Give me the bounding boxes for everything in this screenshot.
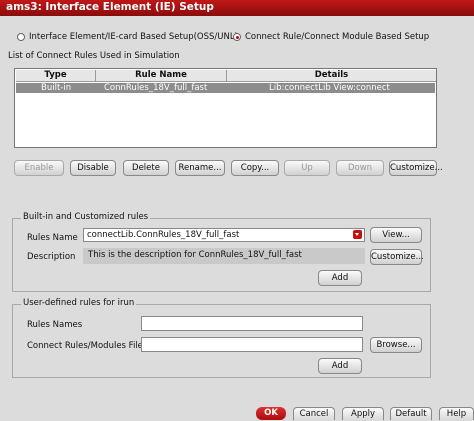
- connect-rules-table[interactable]: Type Rule Name Details Built-in ConnRule…: [14, 68, 437, 148]
- radio-connect-rule-setup-label[interactable]: Connect Rule/Connect Module Based Setup: [245, 32, 429, 42]
- builtin-rules-section-title: Built-in and Customized rules: [21, 212, 151, 222]
- description-label: Description: [27, 252, 76, 262]
- radio-ie-card-setup-label[interactable]: Interface Element/IE-card Based Setup(OS…: [29, 32, 238, 42]
- chevron-down-icon[interactable]: [353, 230, 362, 239]
- row-details: Lib:connectLib View:connect: [269, 83, 390, 93]
- add-user-rules-button[interactable]: Add: [318, 358, 362, 374]
- radio-connect-rule-setup[interactable]: [233, 33, 241, 41]
- help-button[interactable]: Help: [439, 407, 474, 420]
- rules-names-label: Rules Names: [27, 320, 83, 330]
- rename-button[interactable]: Rename...: [175, 160, 225, 176]
- copy-button[interactable]: Copy...: [231, 160, 279, 176]
- view-button[interactable]: View...: [370, 227, 422, 243]
- cancel-button[interactable]: Cancel: [293, 407, 335, 420]
- disable-button[interactable]: Disable: [70, 160, 116, 176]
- rules-name-value: connectLib.ConnRules_18V_full_fast: [87, 230, 240, 240]
- down-button[interactable]: Down: [336, 160, 384, 176]
- enable-button[interactable]: Enable: [14, 160, 64, 176]
- description-value: This is the description for ConnRules_18…: [88, 250, 302, 260]
- add-builtin-button[interactable]: Add: [318, 270, 362, 286]
- default-button[interactable]: Default: [390, 407, 432, 420]
- rules-name-select[interactable]: connectLib.ConnRules_18V_full_fast: [83, 228, 365, 242]
- connect-files-label: Connect Rules/Modules Files: [27, 341, 148, 351]
- window-title-bar[interactable]: ams3: Interface Element (IE) Setup: [0, 0, 474, 16]
- row-type: Built-in: [41, 83, 72, 93]
- description-field: This is the description for ConnRules_18…: [83, 248, 365, 264]
- column-header-type[interactable]: Type: [16, 70, 96, 82]
- connect-rules-section-title: List of Connect Rules Used in Simulation: [8, 51, 180, 61]
- user-rules-section-title: User-defined rules for irun: [21, 298, 137, 308]
- ok-button[interactable]: OK: [256, 407, 286, 420]
- customize-builtin-button[interactable]: Customize...: [370, 249, 424, 265]
- column-header-details[interactable]: Details: [227, 70, 436, 82]
- row-rule-name: ConnRules_18V_full_fast: [104, 83, 208, 93]
- table-row[interactable]: Built-in ConnRules_18V_full_fast Lib:con…: [16, 83, 435, 93]
- customize-rules-button[interactable]: Customize...: [389, 160, 443, 176]
- column-header-rule-name[interactable]: Rule Name: [96, 70, 227, 82]
- radio-ie-card-setup[interactable]: [17, 33, 25, 41]
- delete-button[interactable]: Delete: [123, 160, 169, 176]
- rules-names-input[interactable]: [141, 316, 363, 331]
- connect-files-input[interactable]: [141, 337, 363, 352]
- up-button[interactable]: Up: [284, 160, 330, 176]
- rules-name-label: Rules Name: [27, 233, 78, 243]
- apply-button[interactable]: Apply: [342, 407, 384, 420]
- window-title: ams3: Interface Element (IE) Setup: [6, 1, 214, 13]
- browse-button[interactable]: Browse...: [370, 337, 422, 353]
